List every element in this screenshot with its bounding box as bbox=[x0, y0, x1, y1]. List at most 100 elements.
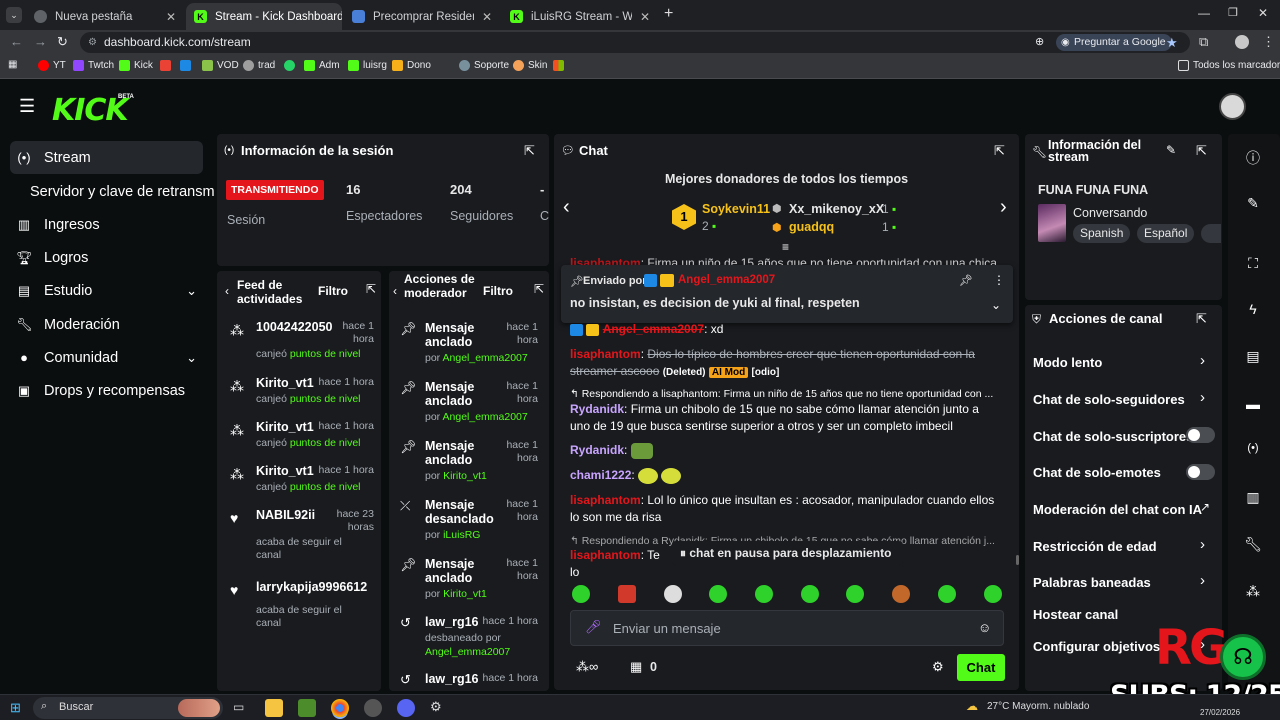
profile-avatar[interactable] bbox=[1235, 35, 1249, 49]
subscribers-only-toggle[interactable] bbox=[1186, 427, 1215, 443]
bookmark-soporte[interactable]: Soporte bbox=[459, 60, 509, 71]
kick-logo[interactable]: KICK bbox=[52, 93, 129, 128]
document-icon[interactable]: ▤ bbox=[1242, 348, 1264, 365]
bookmark-luisrg[interactable]: luisrg bbox=[348, 60, 387, 71]
tab-new[interactable]: Nueva pestaña ✕ bbox=[26, 3, 184, 30]
edit-pencil-icon[interactable]: ✎ bbox=[1242, 195, 1264, 212]
gear-icon[interactable]: ⚙ bbox=[932, 659, 944, 675]
host-channel-option[interactable]: Hostear canal bbox=[1033, 607, 1118, 622]
emote-icon[interactable] bbox=[572, 585, 590, 603]
bookmark-twitch[interactable]: Twtch bbox=[73, 60, 114, 71]
extensions-icon[interactable]: ⧉ bbox=[1199, 34, 1208, 50]
restore-icon[interactable]: ❐ bbox=[1228, 6, 1238, 19]
category-thumbnail[interactable] bbox=[1038, 204, 1066, 242]
chevron-right-icon[interactable]: › bbox=[1200, 536, 1205, 553]
emoji-icon[interactable]: ☺ bbox=[978, 620, 991, 635]
minecraft-icon[interactable] bbox=[298, 699, 316, 717]
mod-action-user[interactable]: Kirito_vt1 bbox=[443, 588, 487, 600]
emote-icon[interactable] bbox=[664, 585, 682, 603]
back-icon[interactable]: ← bbox=[10, 34, 23, 49]
chat-user[interactable]: lisaphantom bbox=[570, 548, 641, 562]
sidebar-item-moderacion[interactable]: 🔧︎ Moderación bbox=[10, 308, 203, 341]
chevron-left-icon[interactable]: ‹ bbox=[393, 284, 397, 298]
shop-icon[interactable]: ▦ bbox=[630, 659, 642, 675]
discord-icon[interactable] bbox=[397, 699, 415, 717]
fullscreen-icon[interactable]: ⛶ bbox=[1242, 255, 1264, 272]
info-icon[interactable]: ⓘ bbox=[1242, 148, 1264, 168]
bookmark-microsoft[interactable] bbox=[553, 60, 564, 71]
chevron-right-icon[interactable]: › bbox=[1200, 572, 1205, 589]
task-view-icon[interactable]: ▭ bbox=[233, 700, 244, 714]
tag-chip[interactable]: Español bbox=[1137, 224, 1195, 243]
mod-action-user[interactable]: Kirito_vt1 bbox=[443, 470, 487, 482]
donor-name[interactable]: Xx_mikenoy_xX bbox=[789, 202, 884, 216]
chat-user[interactable]: lisaphantom bbox=[570, 256, 641, 265]
popout-icon[interactable]: ⇱ bbox=[534, 282, 544, 296]
sidebar-item-comunidad[interactable]: ● Comunidad ⌄ bbox=[10, 341, 203, 374]
settings-gear-icon[interactable]: ⚙ bbox=[430, 699, 442, 715]
sidebar-item-ingresos[interactable]: ▥ Ingresos bbox=[10, 208, 203, 241]
feed-user[interactable]: 10042422050 bbox=[256, 320, 342, 334]
microphone-icon[interactable]: 🎤︎ bbox=[585, 619, 602, 635]
broadcast-icon[interactable]: (•) bbox=[1242, 442, 1264, 454]
chevron-right-icon[interactable]: › bbox=[1200, 352, 1205, 369]
chevron-right-icon[interactable]: › bbox=[1000, 196, 1007, 219]
chat-paused-notice[interactable]: ⏸ chat en pausa para desplazamiento bbox=[672, 541, 904, 565]
chat-input[interactable]: 🎤︎ Enviar un mensaje ☺ bbox=[570, 610, 1004, 646]
tab-close-icon[interactable]: ✕ bbox=[166, 10, 176, 24]
layout-icon[interactable]: ▥ bbox=[1242, 489, 1264, 506]
bookmark-yt[interactable]: YT bbox=[38, 60, 66, 71]
windows-start-icon[interactable]: ⊞ bbox=[10, 700, 21, 716]
collapse-handle-icon[interactable]: ≡ bbox=[782, 240, 789, 254]
wrench-icon[interactable]: 🔧︎ bbox=[1242, 536, 1264, 553]
donor-name[interactable]: guadqq bbox=[789, 220, 834, 234]
user-avatar[interactable] bbox=[1219, 93, 1246, 120]
obs-icon[interactable] bbox=[364, 699, 382, 717]
sidebar-item-drops[interactable]: ▣ Drops y recompensas bbox=[10, 374, 203, 407]
external-link-icon[interactable]: ↗ bbox=[1200, 500, 1210, 514]
chrome-icon[interactable] bbox=[331, 699, 349, 717]
emote-icon[interactable] bbox=[846, 585, 864, 603]
more-options-icon[interactable]: ⋮ bbox=[993, 273, 1005, 287]
feed-user[interactable]: larrykapija9996612 bbox=[256, 580, 371, 594]
pin-toggle-icon[interactable]: 📌︎ bbox=[959, 274, 973, 287]
chevron-left-icon[interactable]: ‹ bbox=[225, 284, 229, 298]
emote-icon[interactable] bbox=[938, 585, 956, 603]
tab-kick-dashboard[interactable]: K Stream - Kick Dashboard✕ bbox=[186, 3, 342, 30]
pinned-by-user[interactable]: Angel_emma2007 bbox=[678, 274, 775, 286]
bookmark-app[interactable] bbox=[180, 60, 191, 71]
age-restriction-option[interactable]: Restricción de edad bbox=[1033, 539, 1157, 554]
chat-user[interactable]: lisaphantom bbox=[570, 347, 641, 361]
popout-icon[interactable]: ⇱ bbox=[994, 143, 1005, 159]
popout-icon[interactable]: ⇱ bbox=[524, 143, 535, 159]
hamburger-menu-icon[interactable]: ☰ bbox=[19, 96, 35, 117]
banned-words-option[interactable]: Palabras baneadas bbox=[1033, 575, 1151, 590]
bookmark-kick[interactable]: Kick bbox=[119, 60, 153, 71]
bookmark-dono[interactable]: Dono bbox=[392, 60, 431, 71]
mod-action-user[interactable]: Angel_emma2007 bbox=[443, 411, 528, 423]
chevron-down-icon[interactable]: ⌄ bbox=[991, 298, 1001, 312]
file-explorer-icon[interactable] bbox=[265, 699, 283, 717]
emote-icon[interactable] bbox=[801, 585, 819, 603]
chevron-right-icon[interactable]: › bbox=[1200, 389, 1205, 406]
bookmark-trad[interactable]: trad bbox=[243, 60, 275, 71]
bookmark-skin[interactable]: Skin bbox=[513, 60, 547, 71]
sidebar-item-estudio[interactable]: ▤ Estudio ⌄ bbox=[10, 274, 203, 307]
popout-icon[interactable]: ⇱ bbox=[366, 282, 376, 296]
bookmark-adm[interactable]: Adm bbox=[304, 60, 340, 71]
bookmark-gmail[interactable] bbox=[160, 60, 171, 71]
tab-close-icon[interactable]: ✕ bbox=[482, 10, 492, 24]
send-chat-button[interactable]: Chat bbox=[957, 654, 1005, 681]
chat-user[interactable]: Rydanidk bbox=[570, 443, 624, 457]
popout-icon[interactable]: ⇱ bbox=[1196, 143, 1207, 159]
sidebar-item-stream[interactable]: (•) Stream bbox=[10, 141, 203, 174]
tag-chip-overflow[interactable] bbox=[1201, 224, 1221, 243]
slow-mode-option[interactable]: Modo lento bbox=[1033, 355, 1102, 370]
emote-icon[interactable] bbox=[618, 585, 636, 603]
emotes-only-toggle[interactable] bbox=[1186, 464, 1215, 480]
all-bookmarks[interactable]: Todos los marcadores bbox=[1178, 60, 1280, 71]
apps-grid-icon[interactable]: ▦ bbox=[8, 59, 17, 70]
forward-icon[interactable]: → bbox=[34, 34, 47, 49]
ask-google-button[interactable]: ◉ Preguntar a Google bbox=[1056, 34, 1172, 51]
url-field[interactable]: ⚙ dashboard.kick.com/stream ⊕ ◉ Preguntar… bbox=[80, 32, 1190, 53]
